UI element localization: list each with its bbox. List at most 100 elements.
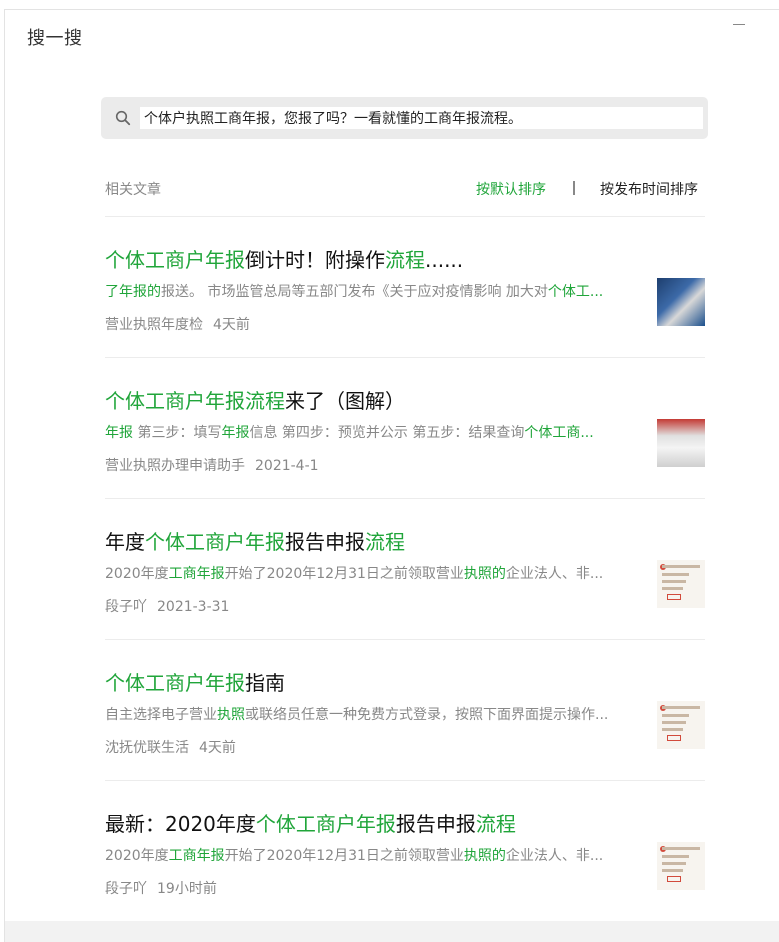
divider xyxy=(105,357,705,358)
keyword-highlight: 个体工商户年报 xyxy=(105,671,245,695)
text-run: 信息 第四步：预览并公示 第五步：结果查询 xyxy=(249,425,525,441)
text-run: 报送。 市场监管总局等五部门发布《关于应对疫情影响 加大对 xyxy=(161,284,548,300)
result-snippet: 2020年度工商年报开始了2020年12月31日之前领取营业执照的企业法人、非.… xyxy=(105,845,645,865)
result-time: 2021-3-31 xyxy=(157,599,230,615)
result-thumbnail[interactable] xyxy=(657,842,705,890)
document-line xyxy=(662,862,686,865)
stamp-icon xyxy=(667,594,681,600)
keyword-highlight: 个体工商户年报流程 xyxy=(105,389,285,413)
keyword-highlight: 了年报的 xyxy=(105,284,161,300)
result-time: 4天前 xyxy=(213,317,250,333)
keyword-highlight: 个体工商户年报 xyxy=(105,248,245,272)
search-icon xyxy=(115,110,131,126)
result-item[interactable]: 年度个体工商户年报报告申报流程 2020年度工商年报开始了2020年12月31日之… xyxy=(105,526,705,646)
divider xyxy=(105,780,705,781)
result-meta: 段子吖 2021-3-31 xyxy=(105,596,229,616)
keyword-highlight: 工商年报 xyxy=(168,566,225,582)
minimize-button[interactable] xyxy=(727,14,751,36)
section-label: 相关文章 xyxy=(105,182,161,198)
result-source[interactable]: 沈抚优联生活 xyxy=(105,740,189,756)
result-source[interactable]: 段子吖 xyxy=(105,599,147,615)
result-thumbnail[interactable] xyxy=(657,419,705,467)
result-thumbnail[interactable] xyxy=(657,560,705,608)
document-line xyxy=(662,869,683,872)
keyword-highlight: 年报 xyxy=(221,425,250,441)
document-line xyxy=(662,573,689,576)
text-run: ...... xyxy=(425,248,464,272)
sort-divider xyxy=(573,181,575,195)
result-snippet: 年报 第三步：填写年报信息 第四步：预览并公示 第五步：结果查询个体工商... xyxy=(105,422,645,442)
text-run: 第三步：填写 xyxy=(133,425,222,441)
search-window: 搜一搜 相关文章 按默认排序 按发布时间排序 个体工商户年报倒计时！附操作流程.… xyxy=(4,9,779,942)
document-line xyxy=(662,714,689,717)
keyword-highlight: 工商年报 xyxy=(168,848,225,864)
keyword-highlight: 个体工商户年报 xyxy=(145,530,285,554)
search-bar[interactable] xyxy=(101,97,708,139)
result-source[interactable]: 段子吖 xyxy=(105,881,147,897)
document-line xyxy=(662,580,686,583)
document-line xyxy=(662,847,700,850)
result-source[interactable]: 营业执照办理申请助手 xyxy=(105,458,245,474)
result-title[interactable]: 个体工商户年报流程来了（图解） xyxy=(105,385,645,414)
keyword-highlight: 流程 xyxy=(385,248,425,272)
result-source[interactable]: 营业执照年度检 xyxy=(105,317,203,333)
document-line xyxy=(662,587,683,590)
keyword-highlight: 流程 xyxy=(365,530,405,554)
text-run: 来了（图解） xyxy=(285,389,405,413)
keyword-highlight: 执照的 xyxy=(463,848,506,864)
text-run: 开始了2020年12月31日之前领取营业 xyxy=(224,848,464,864)
divider xyxy=(105,216,705,217)
result-item[interactable]: 个体工商户年报流程来了（图解） 年报 第三步：填写年报信息 第四步：预览并公示 第… xyxy=(105,385,705,505)
keyword-highlight: 执照 xyxy=(217,707,245,723)
result-item[interactable]: 个体工商户年报指南自主选择电子营业执照或联络员任意一种免费方式登录，按照下面界面… xyxy=(105,667,705,787)
result-thumbnail[interactable] xyxy=(657,278,705,326)
text-run: 企业法人、非... xyxy=(505,848,604,864)
keyword-highlight: 流程 xyxy=(475,812,516,836)
text-run: 或联络员任意一种免费方式登录，按照下面界面提示操作... xyxy=(245,707,609,723)
text-run: 报告申报 xyxy=(395,812,476,836)
result-snippet: 自主选择电子营业执照或联络员任意一种免费方式登录，按照下面界面提示操作... xyxy=(105,704,645,724)
result-item[interactable]: 个体工商户年报倒计时！附操作流程...... 了年报的报送。 市场监管总局等五部门… xyxy=(105,244,705,364)
result-time: 4天前 xyxy=(199,740,236,756)
stamp-icon xyxy=(667,735,681,741)
document-line xyxy=(662,565,700,568)
result-time: 19小时前 xyxy=(157,881,217,897)
text-run: 倒计时！附操作 xyxy=(245,248,385,272)
result-meta: 营业执照办理申请助手 2021-4-1 xyxy=(105,455,319,475)
text-run: 2020年度 xyxy=(105,566,169,582)
bottom-bar xyxy=(5,921,779,942)
divider xyxy=(105,498,705,499)
search-input[interactable] xyxy=(140,107,703,129)
minimize-icon xyxy=(733,24,745,25)
sort-default-button[interactable]: 按默认排序 xyxy=(476,179,546,199)
document-line xyxy=(662,721,686,724)
document-line xyxy=(662,855,689,858)
sort-by-time-button[interactable]: 按发布时间排序 xyxy=(600,179,698,199)
stamp-icon xyxy=(667,876,681,882)
text-run: 指南 xyxy=(245,671,285,695)
document-line xyxy=(662,706,700,709)
result-thumbnail[interactable] xyxy=(657,701,705,749)
result-title[interactable]: 年度个体工商户年报报告申报流程 xyxy=(105,526,645,555)
result-meta: 段子吖 19小时前 xyxy=(105,878,217,898)
result-meta: 营业执照年度检 4天前 xyxy=(105,314,250,334)
result-snippet: 了年报的报送。 市场监管总局等五部门发布《关于应对疫情影响 加大对个体工... xyxy=(105,281,645,301)
keyword-highlight: 个体工商户年报 xyxy=(255,812,396,836)
result-title[interactable]: 个体工商户年报倒计时！附操作流程...... xyxy=(105,244,645,273)
divider xyxy=(105,639,705,640)
text-run: 报告申报 xyxy=(285,530,365,554)
text-run: 最新：2020年度 xyxy=(105,812,256,836)
document-line xyxy=(662,728,683,731)
keyword-highlight: 年报 xyxy=(105,425,133,441)
result-title[interactable]: 最新：2020年度个体工商户年报报告申报流程 xyxy=(105,808,645,837)
result-item[interactable]: 最新：2020年度个体工商户年报报告申报流程 2020年度工商年报开始了2020年… xyxy=(105,808,705,928)
result-time: 2021-4-1 xyxy=(255,458,319,474)
text-run: 年度 xyxy=(105,530,145,554)
result-title[interactable]: 个体工商户年报指南 xyxy=(105,667,645,696)
result-meta: 沈抚优联生活 4天前 xyxy=(105,737,236,757)
window-title: 搜一搜 xyxy=(27,28,83,49)
text-run: 自主选择电子营业 xyxy=(105,707,217,723)
result-snippet: 2020年度工商年报开始了2020年12月31日之前领取营业执照的企业法人、非.… xyxy=(105,563,645,583)
keyword-highlight: 个体工商... xyxy=(524,425,594,441)
keyword-highlight: 个体工... xyxy=(547,284,604,300)
